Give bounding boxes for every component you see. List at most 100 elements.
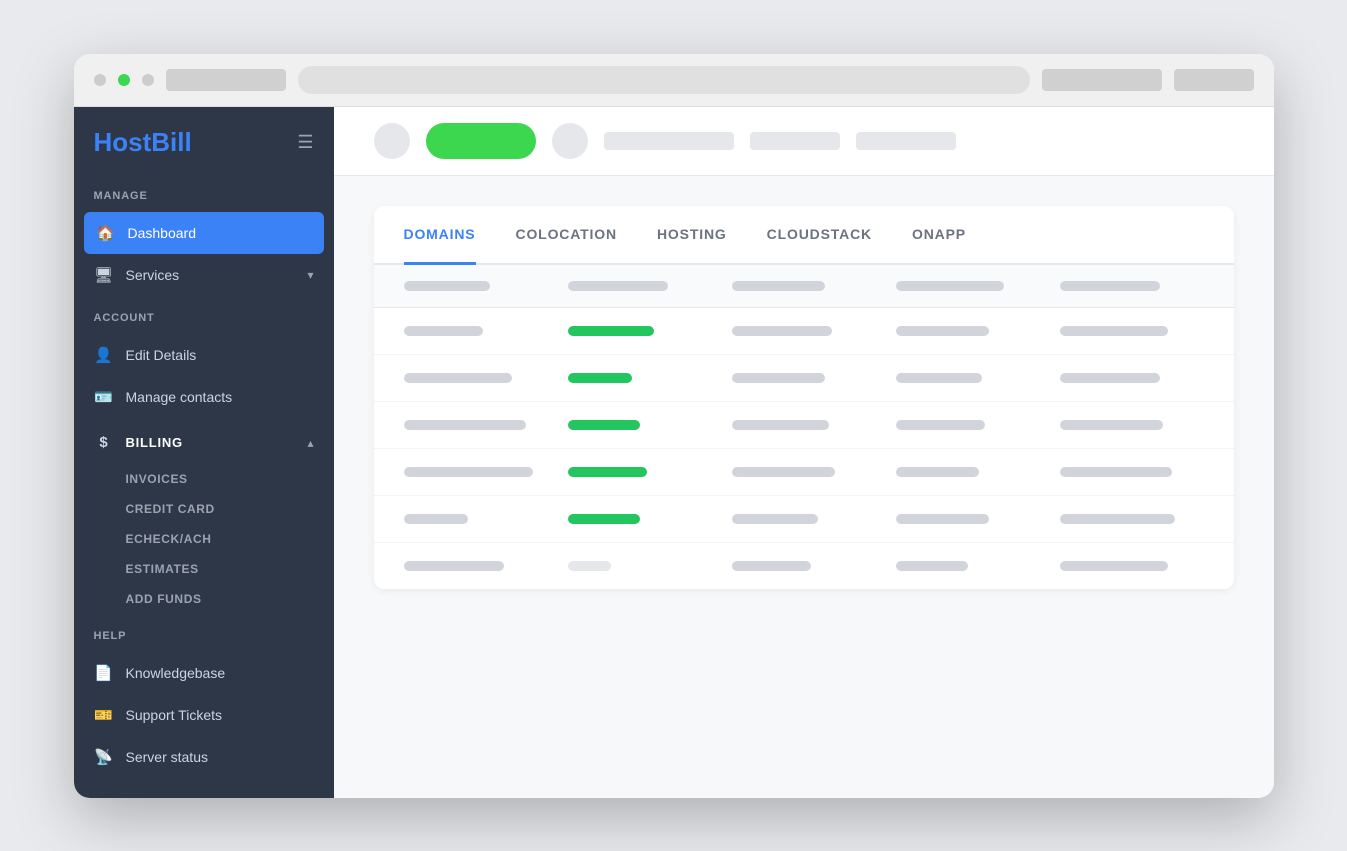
cell-r4-c2 [568,467,712,477]
home-icon: 🏠 [96,223,116,243]
main-body: DOMAINS COLOCATION HOSTING CLOUDSTACK ON… [334,176,1274,798]
header-bar-col2 [568,281,669,291]
cell-r1-c1 [404,326,548,336]
cell-r6-c4 [896,561,1040,571]
tab-colocation[interactable]: COLOCATION [516,206,617,265]
sidebar-sub-add-funds[interactable]: ADD FUNDS [74,584,334,614]
cell-r5-c4 [896,514,1040,524]
brand-name: HostBill [94,127,192,158]
table-row [374,355,1234,402]
browser-action-2 [1174,69,1254,91]
sidebar-item-manage-contacts[interactable]: 🪪 Manage contacts [74,376,334,418]
cell-r4-c5 [1060,467,1204,477]
header-circle-2 [552,123,588,159]
header-bar-col5 [1060,281,1161,291]
browser-dot-3 [142,74,154,86]
browser-url-bar[interactable] [298,66,1030,94]
sidebar-item-server-status[interactable]: 📡 Server status [74,736,334,778]
cell-r1-c5 [1060,326,1204,336]
tab-cloudstack[interactable]: CLOUDSTACK [767,206,872,265]
header-active-button[interactable] [426,123,536,159]
tab-onapp[interactable]: ONAPP [912,206,966,265]
table-header-col2 [568,281,712,291]
help-section-label: HELP [74,630,334,652]
table-header-col1 [404,281,548,291]
sidebar-item-services[interactable]: 🖥 Services ▾ [74,254,334,296]
table-row [374,449,1234,496]
contacts-icon: 🪪 [94,387,114,407]
dashboard-label: Dashboard [128,225,197,241]
table-row [374,543,1234,589]
brand-name-part2: Bill [151,127,191,157]
browser-action-1 [1042,69,1162,91]
sidebar-item-billing[interactable]: $ BILLING ▴ [74,422,334,464]
data-table [374,265,1234,589]
support-tickets-label: Support Tickets [126,707,223,723]
cell-r5-c2 [568,514,712,524]
cell-r2-c5 [1060,373,1204,383]
table-row [374,308,1234,355]
header-bar-2 [750,132,840,150]
cell-r6-c2 [568,561,712,571]
tabs-container: DOMAINS COLOCATION HOSTING CLOUDSTACK ON… [374,206,1234,589]
browser-window: HostBill ☰ MANAGE 🏠 Dashboard 🖥 Services… [74,54,1274,798]
table-header-row [374,265,1234,308]
cell-r6-c3 [732,561,876,571]
sidebar-item-knowledgebase[interactable]: 📄 Knowledgebase [74,652,334,694]
cell-r1-c4 [896,326,1040,336]
sidebar-item-edit-details[interactable]: 👤 Edit Details [74,334,334,376]
table-row [374,402,1234,449]
cell-r4-c4 [896,467,1040,477]
table-header-col5 [1060,281,1204,291]
server-status-icon: 📡 [94,747,114,767]
cell-r6-c5 [1060,561,1204,571]
sidebar-sub-estimates[interactable]: ESTIMATES [74,554,334,584]
sidebar-sub-invoices[interactable]: INVOICES [74,464,334,494]
tickets-icon: 🎫 [94,705,114,725]
browser-dot-active [118,74,130,86]
services-icon: 🖥 [94,265,114,285]
manage-contacts-label: Manage contacts [126,389,233,405]
knowledgebase-icon: 📄 [94,663,114,683]
header-bar-1 [604,132,734,150]
browser-dot-1 [94,74,106,86]
sidebar-item-dashboard[interactable]: 🏠 Dashboard [84,212,324,254]
sidebar-item-support-tickets[interactable]: 🎫 Support Tickets [74,694,334,736]
browser-body: HostBill ☰ MANAGE 🏠 Dashboard 🖥 Services… [74,107,1274,798]
cell-r2-c3 [732,373,876,383]
tab-hosting[interactable]: HOSTING [657,206,727,265]
header-bar-col1 [404,281,490,291]
billing-icon: $ [94,433,114,453]
cell-r4-c3 [732,467,876,477]
server-status-label: Server status [126,749,208,765]
billing-label: BILLING [126,435,183,450]
services-chevron: ▾ [307,268,313,282]
cell-r5-c1 [404,514,548,524]
main-header [334,107,1274,176]
tabs-header: DOMAINS COLOCATION HOSTING CLOUDSTACK ON… [374,206,1234,265]
cell-r1-c3 [732,326,876,336]
header-bar-3 [856,132,956,150]
cell-r3-c2 [568,420,712,430]
sidebar: HostBill ☰ MANAGE 🏠 Dashboard 🖥 Services… [74,107,334,798]
tab-domains[interactable]: DOMAINS [404,206,476,265]
cell-r3-c3 [732,420,876,430]
services-label: Services [126,267,180,283]
cell-r5-c5 [1060,514,1204,524]
browser-tab [166,69,286,91]
cell-r5-c3 [732,514,876,524]
cell-r2-c2 [568,373,712,383]
cell-r3-c5 [1060,420,1204,430]
sidebar-sub-credit-card[interactable]: CREDIT CARD [74,494,334,524]
header-avatar [374,123,410,159]
billing-chevron: ▴ [307,436,313,450]
header-bar-col3 [732,281,826,291]
edit-details-label: Edit Details [126,347,197,363]
cell-r1-c2 [568,326,712,336]
sidebar-logo: HostBill ☰ [74,127,334,182]
user-icon: 👤 [94,345,114,365]
hamburger-icon[interactable]: ☰ [297,132,313,153]
cell-r2-c4 [896,373,1040,383]
browser-toolbar [74,54,1274,107]
sidebar-sub-echeck[interactable]: ECHECK/ACH [74,524,334,554]
